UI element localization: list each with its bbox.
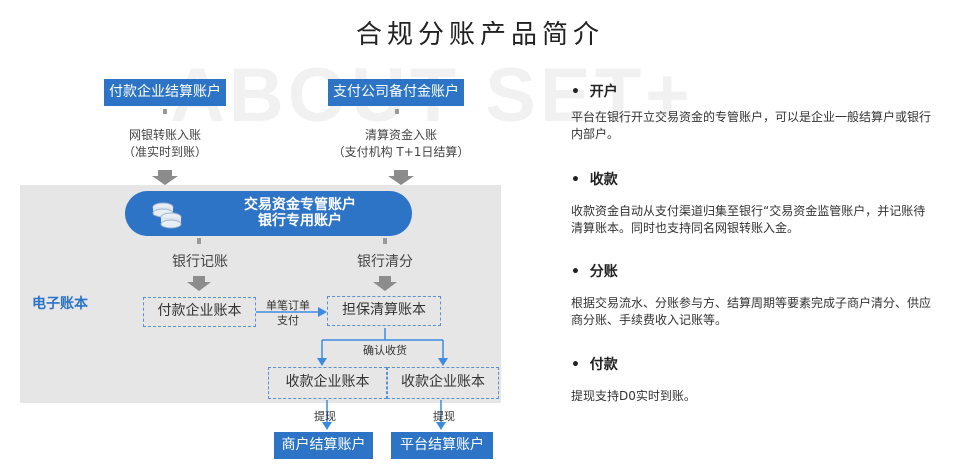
- coins-icon-graphic: [152, 202, 182, 229]
- bullet-dot: •: [571, 172, 590, 188]
- section-collect: • 收款 收款资金自动从支付渠道归集至银行“交易资金监管账户，并记账待清算账本。…: [571, 169, 931, 237]
- right-transfer-line2: （支付机构 T+1日结算）: [332, 145, 470, 159]
- section-open-account-title: 开户: [589, 84, 618, 100]
- stub-left-mid: [197, 238, 201, 244]
- bank-record-label: 银行记账: [172, 254, 228, 270]
- single-payment-line2: 支付: [277, 314, 299, 327]
- single-payment-line1: 单笔订单: [266, 299, 310, 312]
- section-open-account-heading: • 开户: [571, 81, 931, 101]
- stub-left-top: [163, 109, 167, 114]
- section-split-heading: • 分账: [571, 261, 931, 281]
- arrow-into-guarantee-book: [373, 276, 397, 291]
- section-open-account-text: 平台在银行开立交易资金的专管账户，可以是企业一般结算户或银行内部户。: [571, 110, 932, 141]
- section-pay-text: 提现支持D0实时到账。: [571, 389, 696, 403]
- merchant-settlement-account-box: 商户结算账户: [274, 432, 373, 459]
- arrow-single-payment-head: [318, 307, 327, 317]
- guarantee-book-label: 担保清算账本: [342, 302, 426, 318]
- platform-settlement-account-label: 平台结算账户: [400, 437, 484, 453]
- arrow-right-into-special: [388, 170, 414, 185]
- payer-settlement-account-box: 付款企业结算账户: [104, 79, 226, 106]
- payment-company-reserve-account-label: 支付公司备付金账户: [333, 84, 459, 100]
- arrow-left-into-special: [152, 170, 178, 185]
- receiver-book-label-2: 收款企业账本: [401, 374, 485, 390]
- bank-clearing-label: 银行清分: [357, 254, 413, 270]
- left-transfer-caption: 网银转账入账 （准实时到账）: [90, 127, 240, 161]
- bullet-dot: •: [571, 264, 590, 280]
- right-transfer-line1: 清算资金入账: [364, 128, 437, 142]
- payment-company-reserve-account-box: 支付公司备付金账户: [328, 79, 464, 106]
- single-payment-label: 单笔订单 支付: [258, 298, 318, 328]
- merchant-settlement-account-label: 商户结算账户: [281, 437, 366, 453]
- section-collect-text: 收款资金自动从支付渠道归集至银行“交易资金监管账户，并记账待清算账本。同时也支持…: [571, 204, 926, 235]
- special-account-pill: 交易资金专管账户 银行专用账户: [125, 191, 412, 236]
- left-transfer-line2: （准实时到账）: [122, 145, 207, 159]
- confirm-receipt-label: 确认收货: [363, 344, 407, 357]
- left-transfer-line1: 网银转账入账: [128, 128, 201, 142]
- section-split: • 分账 根据交易流水、分账参与方、结算周期等要素完成子商户清分、供应商分账、手…: [571, 261, 931, 329]
- section-pay: • 付款 提现支持D0实时到账。: [571, 354, 931, 405]
- section-collect-title: 收款: [589, 172, 618, 188]
- section-pay-title: 付款: [589, 357, 618, 373]
- payer-settlement-account-label: 付款企业结算账户: [109, 84, 221, 100]
- bullet-dot: •: [571, 84, 590, 100]
- platform-settlement-account-box: 平台结算账户: [391, 432, 493, 459]
- bullet-dot: •: [571, 357, 590, 373]
- receiver-book-label-1: 收款企业账本: [285, 374, 370, 390]
- right-transfer-caption: 清算资金入账 （支付机构 T+1日结算）: [318, 127, 484, 161]
- split-right-head: [438, 358, 448, 366]
- section-split-text: 根据交易流水、分账参与方、结算周期等要素完成子商户清分、供应商分账、手续费收入记…: [571, 296, 932, 327]
- stub-right-top: [395, 109, 399, 114]
- special-account-line1: 交易资金专管账户: [244, 197, 356, 213]
- withdraw-right-label: 提现: [433, 410, 455, 423]
- guarantee-book-box: 担保清算账本: [327, 296, 441, 326]
- section-open-account: • 开户 平台在银行开立交易资金的专管账户，可以是企业一般结算户或银行内部户。: [571, 81, 931, 143]
- payer-book-label: 付款企业账本: [157, 303, 242, 319]
- coins-icon: [149, 197, 185, 235]
- receiver-book-box-2: 收款企业账本: [387, 367, 499, 399]
- electronic-account-label: 电子账本: [32, 296, 88, 312]
- receiver-book-box-1: 收款企业账本: [268, 367, 387, 399]
- special-account-line2: 银行专用账户: [258, 213, 342, 229]
- section-pay-heading: • 付款: [571, 354, 931, 374]
- section-collect-heading: • 收款: [571, 169, 931, 189]
- split-left-head: [317, 358, 327, 366]
- section-split-title: 分账: [589, 264, 618, 280]
- arrow-into-payer-book: [187, 276, 211, 291]
- withdraw-left-label: 提现: [314, 410, 336, 423]
- payer-book-box: 付款企业账本: [143, 297, 256, 327]
- special-account-text: 交易资金专管账户 银行专用账户: [205, 197, 395, 229]
- stub-right-mid: [383, 238, 387, 244]
